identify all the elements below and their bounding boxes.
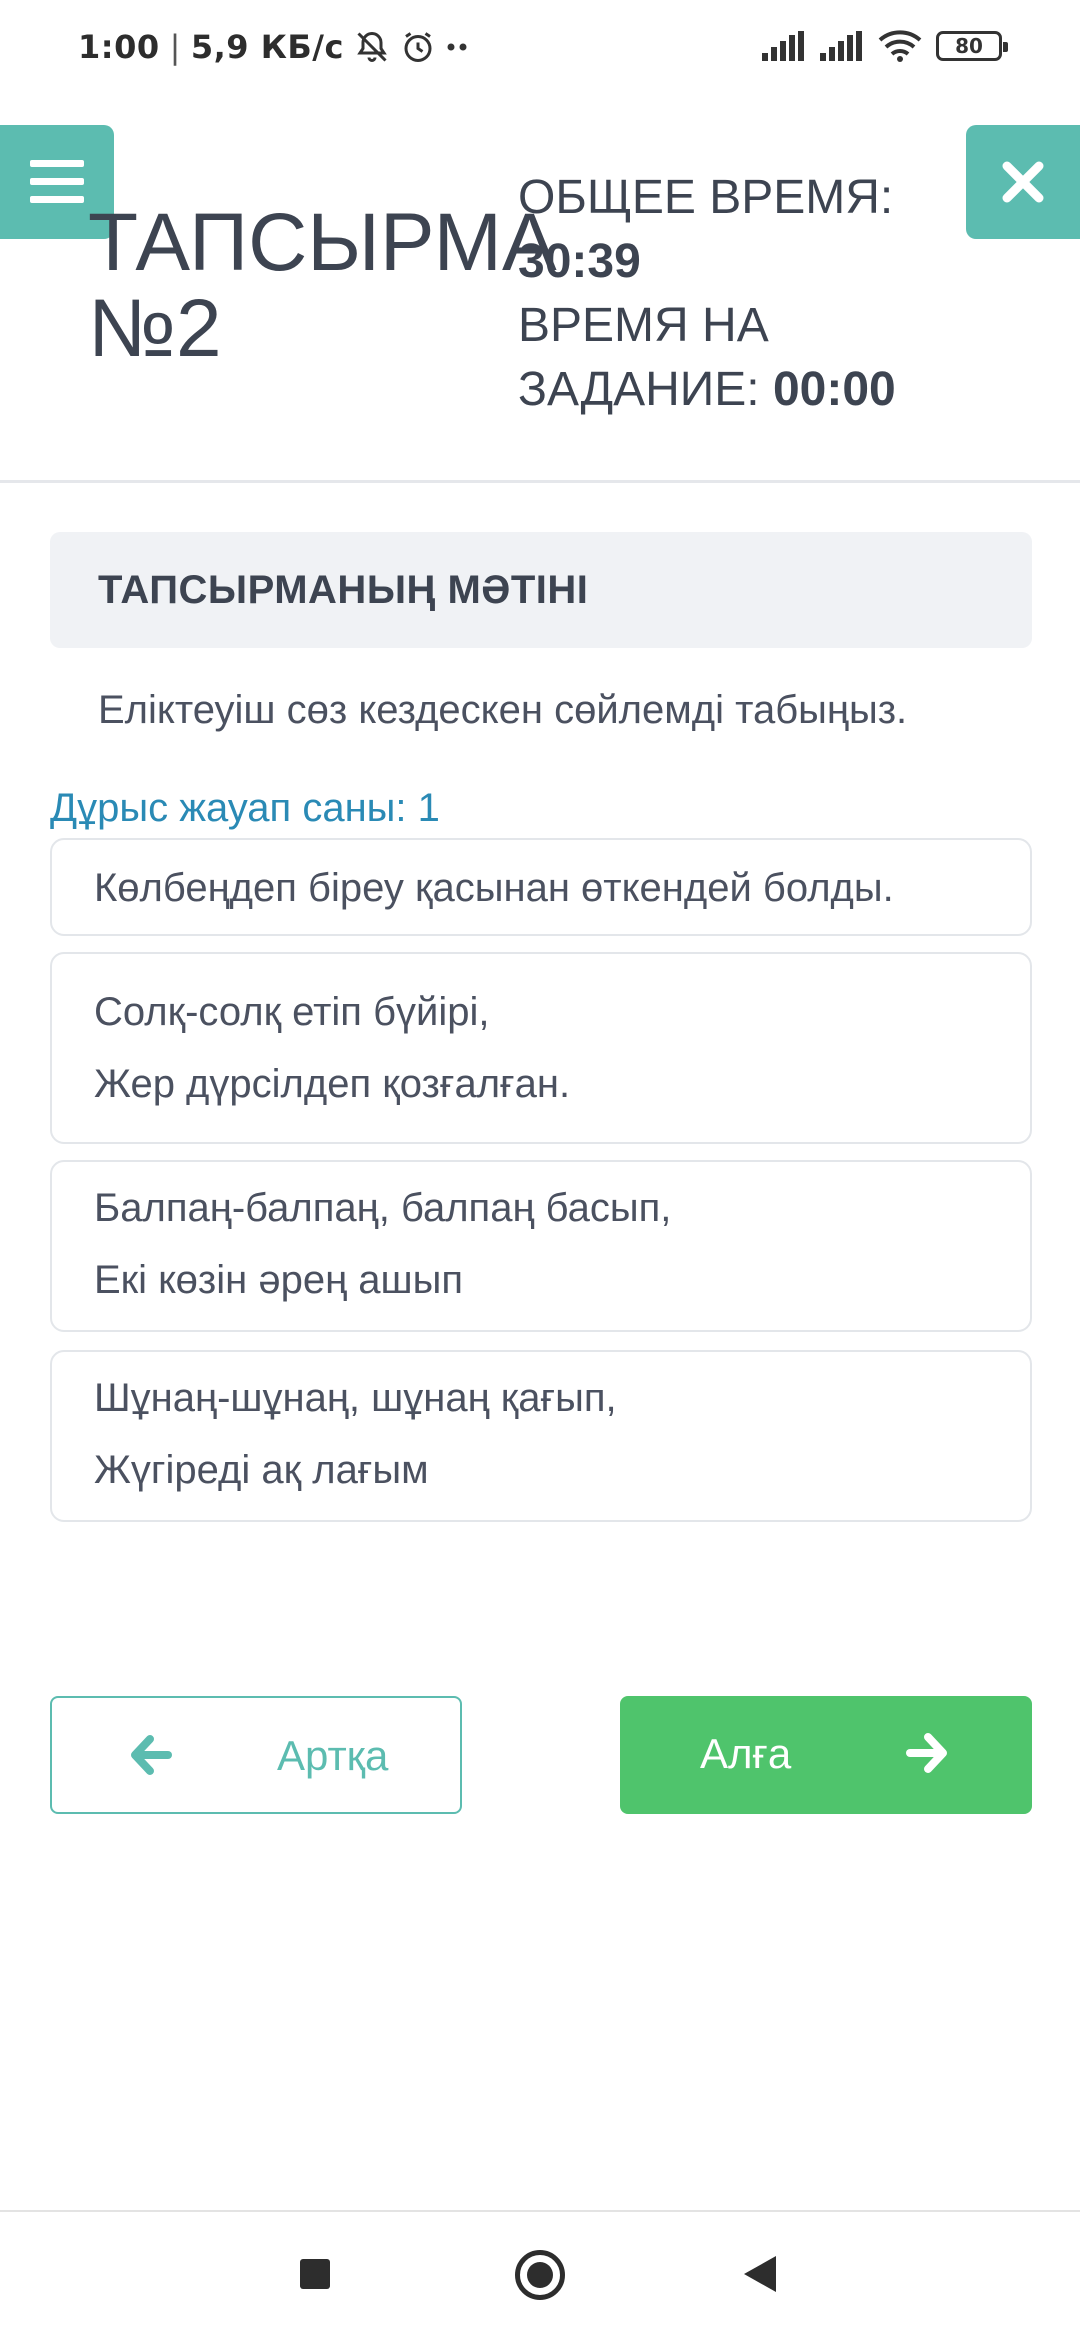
answer-count: Дұрыс жауап саны: 1 xyxy=(50,786,440,830)
answer-option-4[interactable]: Шұнаң-шұнаң, шұнаң қағып, Жүгіреді ақ ла… xyxy=(50,1350,1032,1522)
back-button-label: Артқа xyxy=(277,1732,389,1779)
question-text: Еліктеуіш сөз кездескен сөйлемді табыңыз… xyxy=(98,688,908,732)
alarm-clock-icon xyxy=(404,32,432,62)
status-icons-left xyxy=(354,29,468,65)
status-network-speed: 5,9 КБ/с xyxy=(190,28,344,66)
more-notifications-icon xyxy=(447,43,467,51)
task-time-label-2: ЗАДАНИЕ: xyxy=(518,363,760,416)
home-icon[interactable] xyxy=(515,2250,565,2300)
total-time-value: 30:39 xyxy=(518,235,641,288)
arrow-right-icon xyxy=(906,1733,947,1773)
answer-option-4-line-1: Шұнаң-шұнаң, шұнаң қағып, xyxy=(94,1376,617,1420)
answer-option-2-line-2: Жер дүрсілдеп қозғалған. xyxy=(94,1062,571,1106)
answer-option-3-line-2: Екі көзін әрең ашып xyxy=(94,1258,464,1302)
status-bar: 1:00 | 5,9 КБ/с 80 xyxy=(0,0,1080,100)
answer-option-4-line-2: Жүгіреді ақ лағым xyxy=(94,1448,429,1492)
hamburger-icon xyxy=(30,160,84,203)
total-time-label: ОБЩЕЕ ВРЕМЯ: xyxy=(518,171,894,224)
next-button[interactable]: Алға xyxy=(620,1696,1032,1814)
recent-apps-icon[interactable] xyxy=(300,2259,330,2289)
status-left: 1:00 | 5,9 КБ/с xyxy=(78,28,468,66)
status-right: 80 xyxy=(762,30,1008,62)
task-title: ТАПСЫРМА №2 xyxy=(88,197,557,374)
back-button[interactable]: Артқа xyxy=(50,1696,462,1814)
close-button[interactable] xyxy=(966,125,1080,239)
answer-option-2[interactable]: Солқ-солқ етіп бүйірі, Жер дүрсілдеп қоз… xyxy=(50,952,1032,1144)
arrow-left-icon xyxy=(131,1735,172,1775)
task-title-line-1: ТАПСЫРМА xyxy=(88,197,557,288)
system-nav-divider xyxy=(0,2210,1080,2212)
answer-option-1[interactable]: Көлбеңдеп біреу қасынан өткендей болды. xyxy=(50,838,1032,936)
status-time: 1:00 xyxy=(78,28,160,66)
next-button-label: Алға xyxy=(700,1730,792,1777)
status-separator: | xyxy=(169,28,181,66)
battery-indicator: 80 xyxy=(936,31,1008,61)
timer-block: ОБЩЕЕ ВРЕМЯ: 30:39 ВРЕМЯ НА ЗАДАНИЕ: 00:… xyxy=(518,166,938,422)
answer-option-1-line-1: Көлбеңдеп біреу қасынан өткендей болды. xyxy=(94,866,894,910)
task-title-line-2: №2 xyxy=(88,283,222,374)
task-time-label-1: ВРЕМЯ НА xyxy=(518,299,769,352)
task-time-value: 00:00 xyxy=(772,363,896,416)
wifi-icon xyxy=(878,30,922,62)
signal-icon xyxy=(762,31,804,61)
battery-level: 80 xyxy=(955,34,983,58)
bell-muted-icon xyxy=(357,31,387,62)
system-back-icon[interactable] xyxy=(744,2256,776,2292)
header-divider xyxy=(0,480,1080,483)
answer-option-3[interactable]: Балпаң-балпаң, балпаң басып, Екі көзін ә… xyxy=(50,1160,1032,1332)
close-icon xyxy=(1002,161,1044,203)
answer-option-3-line-1: Балпаң-балпаң, балпаң басып, xyxy=(94,1186,672,1230)
task-section-title: ТАПСЫРМАНЫҢ МӘТІНІ xyxy=(50,532,1032,648)
answer-option-2-line-1: Солқ-солқ етіп бүйірі, xyxy=(94,990,490,1034)
signal-icon-2 xyxy=(820,31,862,61)
